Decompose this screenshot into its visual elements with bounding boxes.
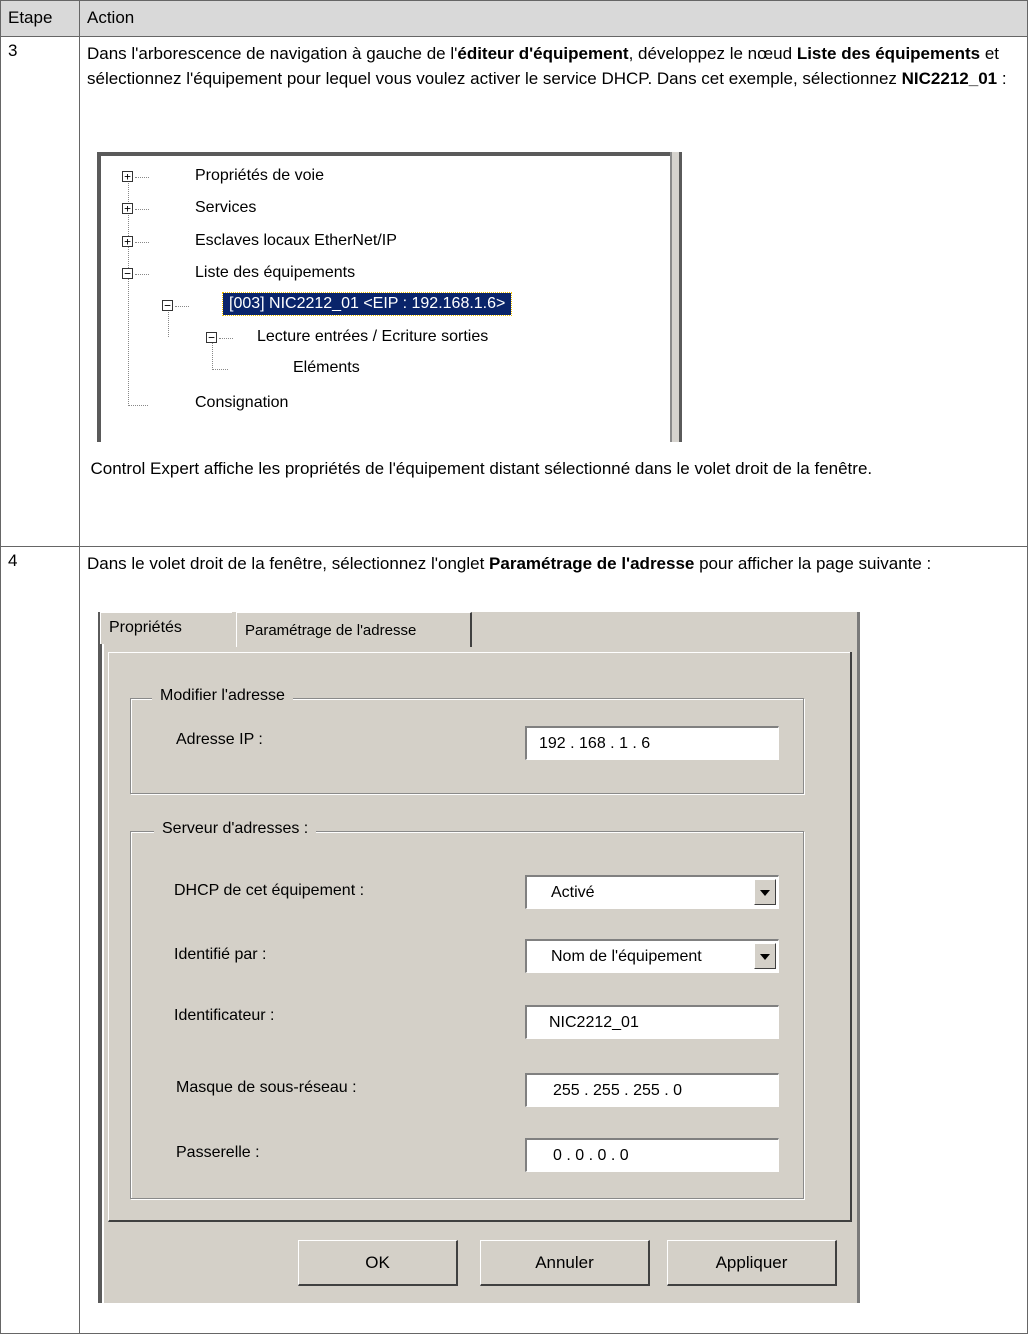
identifier-field[interactable]: NIC2212_01 — [525, 1005, 779, 1039]
text-run: pour afficher la page suivante : — [694, 554, 932, 573]
gateway-label: Passerelle : — [176, 1144, 260, 1161]
tree-connector — [135, 177, 149, 178]
text-run: Dans l'arborescence de navigation à gauc… — [87, 44, 458, 63]
subnet-mask-field[interactable]: 255 . 255 . 255 . 0 — [525, 1073, 779, 1107]
text-run: : — [997, 69, 1007, 88]
step-number: 4 — [0, 546, 80, 1334]
expand-icon[interactable]: + — [122, 236, 133, 247]
expand-icon[interactable]: + — [122, 203, 133, 214]
dropdown-arrow-icon[interactable] — [754, 879, 776, 905]
text-run: , développez le nœud — [628, 44, 797, 63]
tree-item[interactable]: Eléments — [293, 359, 360, 377]
bold-term: Liste des équipements — [796, 44, 981, 63]
frame-border — [857, 612, 860, 1303]
gateway-field[interactable]: 0 . 0 . 0 . 0 — [525, 1138, 779, 1172]
frame-border — [97, 152, 101, 442]
frame-border — [98, 612, 104, 1303]
ok-button[interactable]: OK — [298, 1240, 458, 1286]
ip-address-label: Adresse IP : — [176, 731, 263, 748]
tree-connector — [128, 405, 148, 406]
tree-connector — [135, 274, 149, 275]
tree-item-selected[interactable]: [003] NIC2212_01 <EIP : 192.168.1.6> — [221, 292, 513, 316]
tree-item[interactable]: Esclaves locaux EtherNet/IP — [195, 232, 397, 250]
step-number: 3 — [0, 36, 80, 547]
header-action: Action — [79, 0, 1028, 37]
cancel-button[interactable]: Annuler — [480, 1240, 650, 1286]
tree-item[interactable]: Propriétés de voie — [195, 167, 324, 185]
tree-connector — [175, 306, 189, 307]
identified-by-label: Identifié par : — [174, 946, 267, 963]
address-settings-dialog: Propriétés Paramétrage de l'adresse Modi… — [98, 612, 860, 1303]
tab-properties[interactable]: Propriétés — [100, 612, 232, 644]
tree-connector — [219, 338, 233, 339]
collapse-icon[interactable]: − — [206, 332, 217, 343]
tree-connector — [135, 242, 149, 243]
collapse-icon[interactable]: − — [122, 268, 133, 279]
group-title: Modifier l'adresse — [152, 687, 293, 705]
tab-address-settings[interactable]: Paramétrage de l'adresse — [236, 612, 472, 647]
identified-by-select[interactable]: Nom de l'équipement — [525, 939, 779, 973]
step-instruction: Dans le volet droit de la fenêtre, sélec… — [87, 551, 1020, 576]
group-title: Serveur d'adresses : — [154, 820, 317, 838]
bold-term: NIC2212_01 — [901, 69, 998, 88]
header-step: Etape — [0, 0, 80, 37]
identified-by-value: Nom de l'équipement — [551, 948, 702, 965]
step-instruction: Dans l'arborescence de navigation à gauc… — [87, 41, 1020, 91]
dhcp-select-value: Activé — [551, 884, 595, 901]
apply-button[interactable]: Appliquer — [667, 1240, 837, 1286]
tree-connector — [135, 209, 149, 210]
tree-item[interactable]: Services — [195, 199, 256, 217]
tree-item[interactable]: Consignation — [195, 394, 288, 412]
text-run: Dans le volet droit de la fenêtre, sélec… — [87, 554, 490, 573]
identifier-label: Identificateur : — [174, 1007, 275, 1024]
tree-connector — [212, 369, 228, 370]
collapse-icon[interactable]: − — [162, 300, 173, 311]
frame-border — [679, 152, 682, 442]
ip-address-field[interactable]: 192 . 168 . 1 . 6 — [525, 726, 779, 760]
bold-term: éditeur d'équipement — [457, 44, 629, 63]
table-header-row: Etape Action — [0, 0, 1028, 37]
step-result-text: Control Expert affiche les propriétés de… — [90, 458, 873, 478]
dhcp-select[interactable]: Activé — [525, 875, 779, 909]
device-tree-screenshot: + Propriétés de voie + Services + Esclav… — [97, 152, 682, 442]
expand-icon[interactable]: + — [122, 171, 133, 182]
frame-border — [99, 152, 679, 156]
bold-term: Paramétrage de l'adresse — [489, 554, 695, 573]
subnet-mask-label: Masque de sous-réseau : — [176, 1079, 357, 1096]
tree-item[interactable]: Lecture entrées / Ecriture sorties — [257, 328, 488, 346]
tree-guide-line — [212, 342, 213, 370]
tree-item[interactable]: Liste des équipements — [195, 264, 355, 282]
dhcp-label: DHCP de cet équipement : — [174, 882, 365, 899]
dropdown-arrow-icon[interactable] — [754, 943, 776, 969]
